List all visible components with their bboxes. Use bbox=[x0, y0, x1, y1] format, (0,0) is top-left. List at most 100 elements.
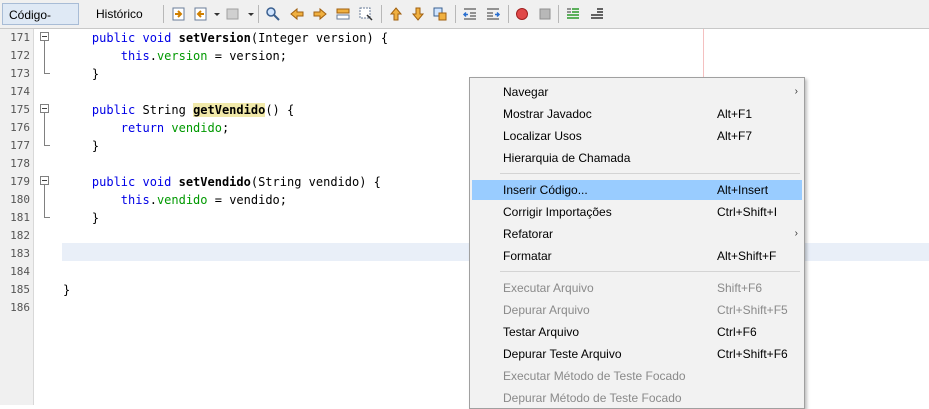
code-text: . bbox=[149, 193, 157, 207]
menu-item-label: Navegar bbox=[503, 85, 549, 99]
menu-item-shortcut: Ctrl+Shift+F6 bbox=[717, 347, 788, 361]
back-icon[interactable] bbox=[193, 6, 209, 22]
line-number: 186 bbox=[10, 301, 30, 314]
stop-macro-icon[interactable] bbox=[537, 6, 553, 22]
menu-item-shortcut: Alt+Insert bbox=[717, 183, 769, 197]
menu-item-shortcut: Shift+F6 bbox=[717, 281, 763, 295]
menu-separator bbox=[500, 271, 800, 272]
fold-toggle-icon[interactable] bbox=[40, 176, 49, 185]
find-icon[interactable] bbox=[265, 6, 281, 22]
menu-item-navegar[interactable]: Navegar › bbox=[472, 82, 802, 102]
find-selection-icon[interactable] bbox=[335, 6, 351, 22]
menu-item-shortcut: Ctrl+Shift+I bbox=[717, 205, 778, 219]
toolbar-separator bbox=[508, 5, 509, 23]
code-text: . bbox=[149, 49, 157, 63]
uncomment-icon[interactable] bbox=[589, 6, 605, 22]
toggle-highlight-icon[interactable] bbox=[358, 6, 374, 22]
code-line[interactable]: } bbox=[63, 65, 99, 83]
code-line[interactable]: public void setVendido(String vendido) { bbox=[63, 173, 381, 191]
comment-icon[interactable] bbox=[565, 6, 581, 22]
fold-toggle-icon[interactable] bbox=[40, 104, 49, 113]
fold-toggle-icon[interactable] bbox=[40, 32, 49, 41]
menu-item-depurar-teste-arquivo[interactable]: Depurar Teste Arquivo Ctrl+Shift+F6 bbox=[472, 344, 802, 364]
back-dropdown-icon[interactable] bbox=[209, 6, 220, 22]
code-line[interactable]: this.vendido = vendido; bbox=[63, 191, 287, 209]
code-line[interactable]: public void setVersion(Integer version) … bbox=[63, 29, 388, 47]
code-line[interactable]: return vendido; bbox=[63, 119, 229, 137]
menu-item-inserir-codigo[interactable]: Inserir Código... Alt+Insert bbox=[472, 180, 802, 200]
menu-item-shortcut: Ctrl+Shift+F5 bbox=[717, 303, 788, 317]
menu-item-label: Executar Método de Teste Focado bbox=[503, 369, 686, 383]
code-line[interactable]: } bbox=[63, 281, 70, 299]
forward-dropdown-icon[interactable] bbox=[243, 6, 254, 22]
next-bookmark-icon[interactable] bbox=[410, 6, 426, 22]
line-number: 178 bbox=[10, 157, 30, 170]
line-number: 177 bbox=[10, 139, 30, 152]
code-text: (String vendido) { bbox=[250, 175, 381, 189]
menu-item-testar-arquivo[interactable]: Testar Arquivo Ctrl+F6 bbox=[472, 322, 802, 342]
fold-guide bbox=[44, 145, 50, 146]
shift-left-icon[interactable] bbox=[462, 6, 478, 22]
editor-toolbar: Código-Fonte Histórico bbox=[0, 0, 929, 44]
code-text: ; bbox=[221, 121, 230, 135]
go-to-last-edit-icon[interactable] bbox=[171, 6, 187, 22]
code-text: () { bbox=[265, 103, 295, 117]
menu-item-hierarquia-de-chamada[interactable]: Hierarquia de Chamada bbox=[472, 148, 802, 168]
start-macro-icon[interactable] bbox=[514, 6, 530, 22]
menu-item-refatorar[interactable]: Refatorar › bbox=[472, 224, 802, 244]
menu-item-label: Formatar bbox=[503, 249, 552, 263]
line-number: 180 bbox=[10, 193, 30, 206]
menu-item-executar-arquivo[interactable]: Executar Arquivo Shift+F6 bbox=[472, 278, 802, 298]
field-name: vendido bbox=[156, 193, 208, 207]
fold-guide bbox=[44, 41, 45, 73]
fold-guide bbox=[44, 185, 45, 217]
toolbar-separator bbox=[558, 5, 559, 23]
code-line[interactable]: this.version = version; bbox=[63, 47, 287, 65]
keyword: this bbox=[120, 193, 150, 207]
tab-source[interactable]: Código-Fonte bbox=[2, 3, 79, 44]
line-number: 182 bbox=[10, 229, 30, 242]
line-number: 175 bbox=[10, 103, 30, 116]
fold-guide bbox=[44, 73, 50, 74]
menu-item-formatar[interactable]: Formatar Alt+Shift+F bbox=[472, 246, 802, 266]
line-number: 173 bbox=[10, 67, 30, 80]
menu-item-localizar-usos[interactable]: Localizar Usos Alt+F7 bbox=[472, 126, 802, 146]
menu-item-label: Corrigir Importações bbox=[503, 205, 612, 219]
code-line[interactable]: public String getVendido() { bbox=[63, 101, 294, 119]
field-name: version bbox=[156, 49, 208, 63]
type-name: String bbox=[142, 103, 194, 117]
menu-item-executar-metodo-teste-focado[interactable]: Executar Método de Teste Focado bbox=[472, 366, 802, 386]
menu-item-label: Testar Arquivo bbox=[503, 325, 580, 339]
line-number: 181 bbox=[10, 211, 30, 224]
toggle-bookmark-icon[interactable] bbox=[432, 6, 448, 22]
context-menu: Navegar › Mostrar Javadoc Alt+F1 Localiz… bbox=[469, 77, 805, 409]
line-number: 174 bbox=[10, 85, 30, 98]
line-number: 176 bbox=[10, 121, 30, 134]
menu-item-shortcut: Alt+Shift+F bbox=[717, 249, 777, 263]
forward-icon[interactable] bbox=[225, 6, 241, 22]
code-text: (Integer version) { bbox=[250, 31, 389, 45]
code-text: } bbox=[91, 67, 100, 81]
line-number: 184 bbox=[10, 265, 30, 278]
menu-item-label: Refatorar bbox=[503, 227, 554, 241]
shift-right-icon[interactable] bbox=[485, 6, 501, 22]
menu-item-label: Mostrar Javadoc bbox=[503, 107, 592, 121]
code-text: = version; bbox=[207, 49, 287, 63]
menu-item-label: Inserir Código... bbox=[503, 183, 588, 197]
find-next-icon[interactable] bbox=[312, 6, 328, 22]
code-line[interactable]: } bbox=[63, 209, 99, 227]
code-line[interactable]: } bbox=[63, 137, 99, 155]
find-previous-icon[interactable] bbox=[289, 6, 305, 22]
field-name: vendido bbox=[171, 121, 222, 135]
menu-item-corrigir-importacoes[interactable]: Corrigir Importações Ctrl+Shift+I bbox=[472, 202, 802, 222]
menu-item-mostrar-javadoc[interactable]: Mostrar Javadoc Alt+F1 bbox=[472, 104, 802, 124]
menu-item-depurar-arquivo[interactable]: Depurar Arquivo Ctrl+Shift+F5 bbox=[472, 300, 802, 320]
keyword: public void bbox=[91, 31, 179, 45]
tab-history[interactable]: Histórico bbox=[90, 3, 152, 25]
code-text: } bbox=[91, 211, 100, 225]
code-text: = vendido; bbox=[207, 193, 287, 207]
line-number: 172 bbox=[10, 49, 30, 62]
method-name: setVersion bbox=[178, 31, 251, 45]
menu-item-depurar-metodo-teste-focado[interactable]: Depurar Método de Teste Focado bbox=[472, 388, 802, 408]
previous-bookmark-icon[interactable] bbox=[388, 6, 404, 22]
